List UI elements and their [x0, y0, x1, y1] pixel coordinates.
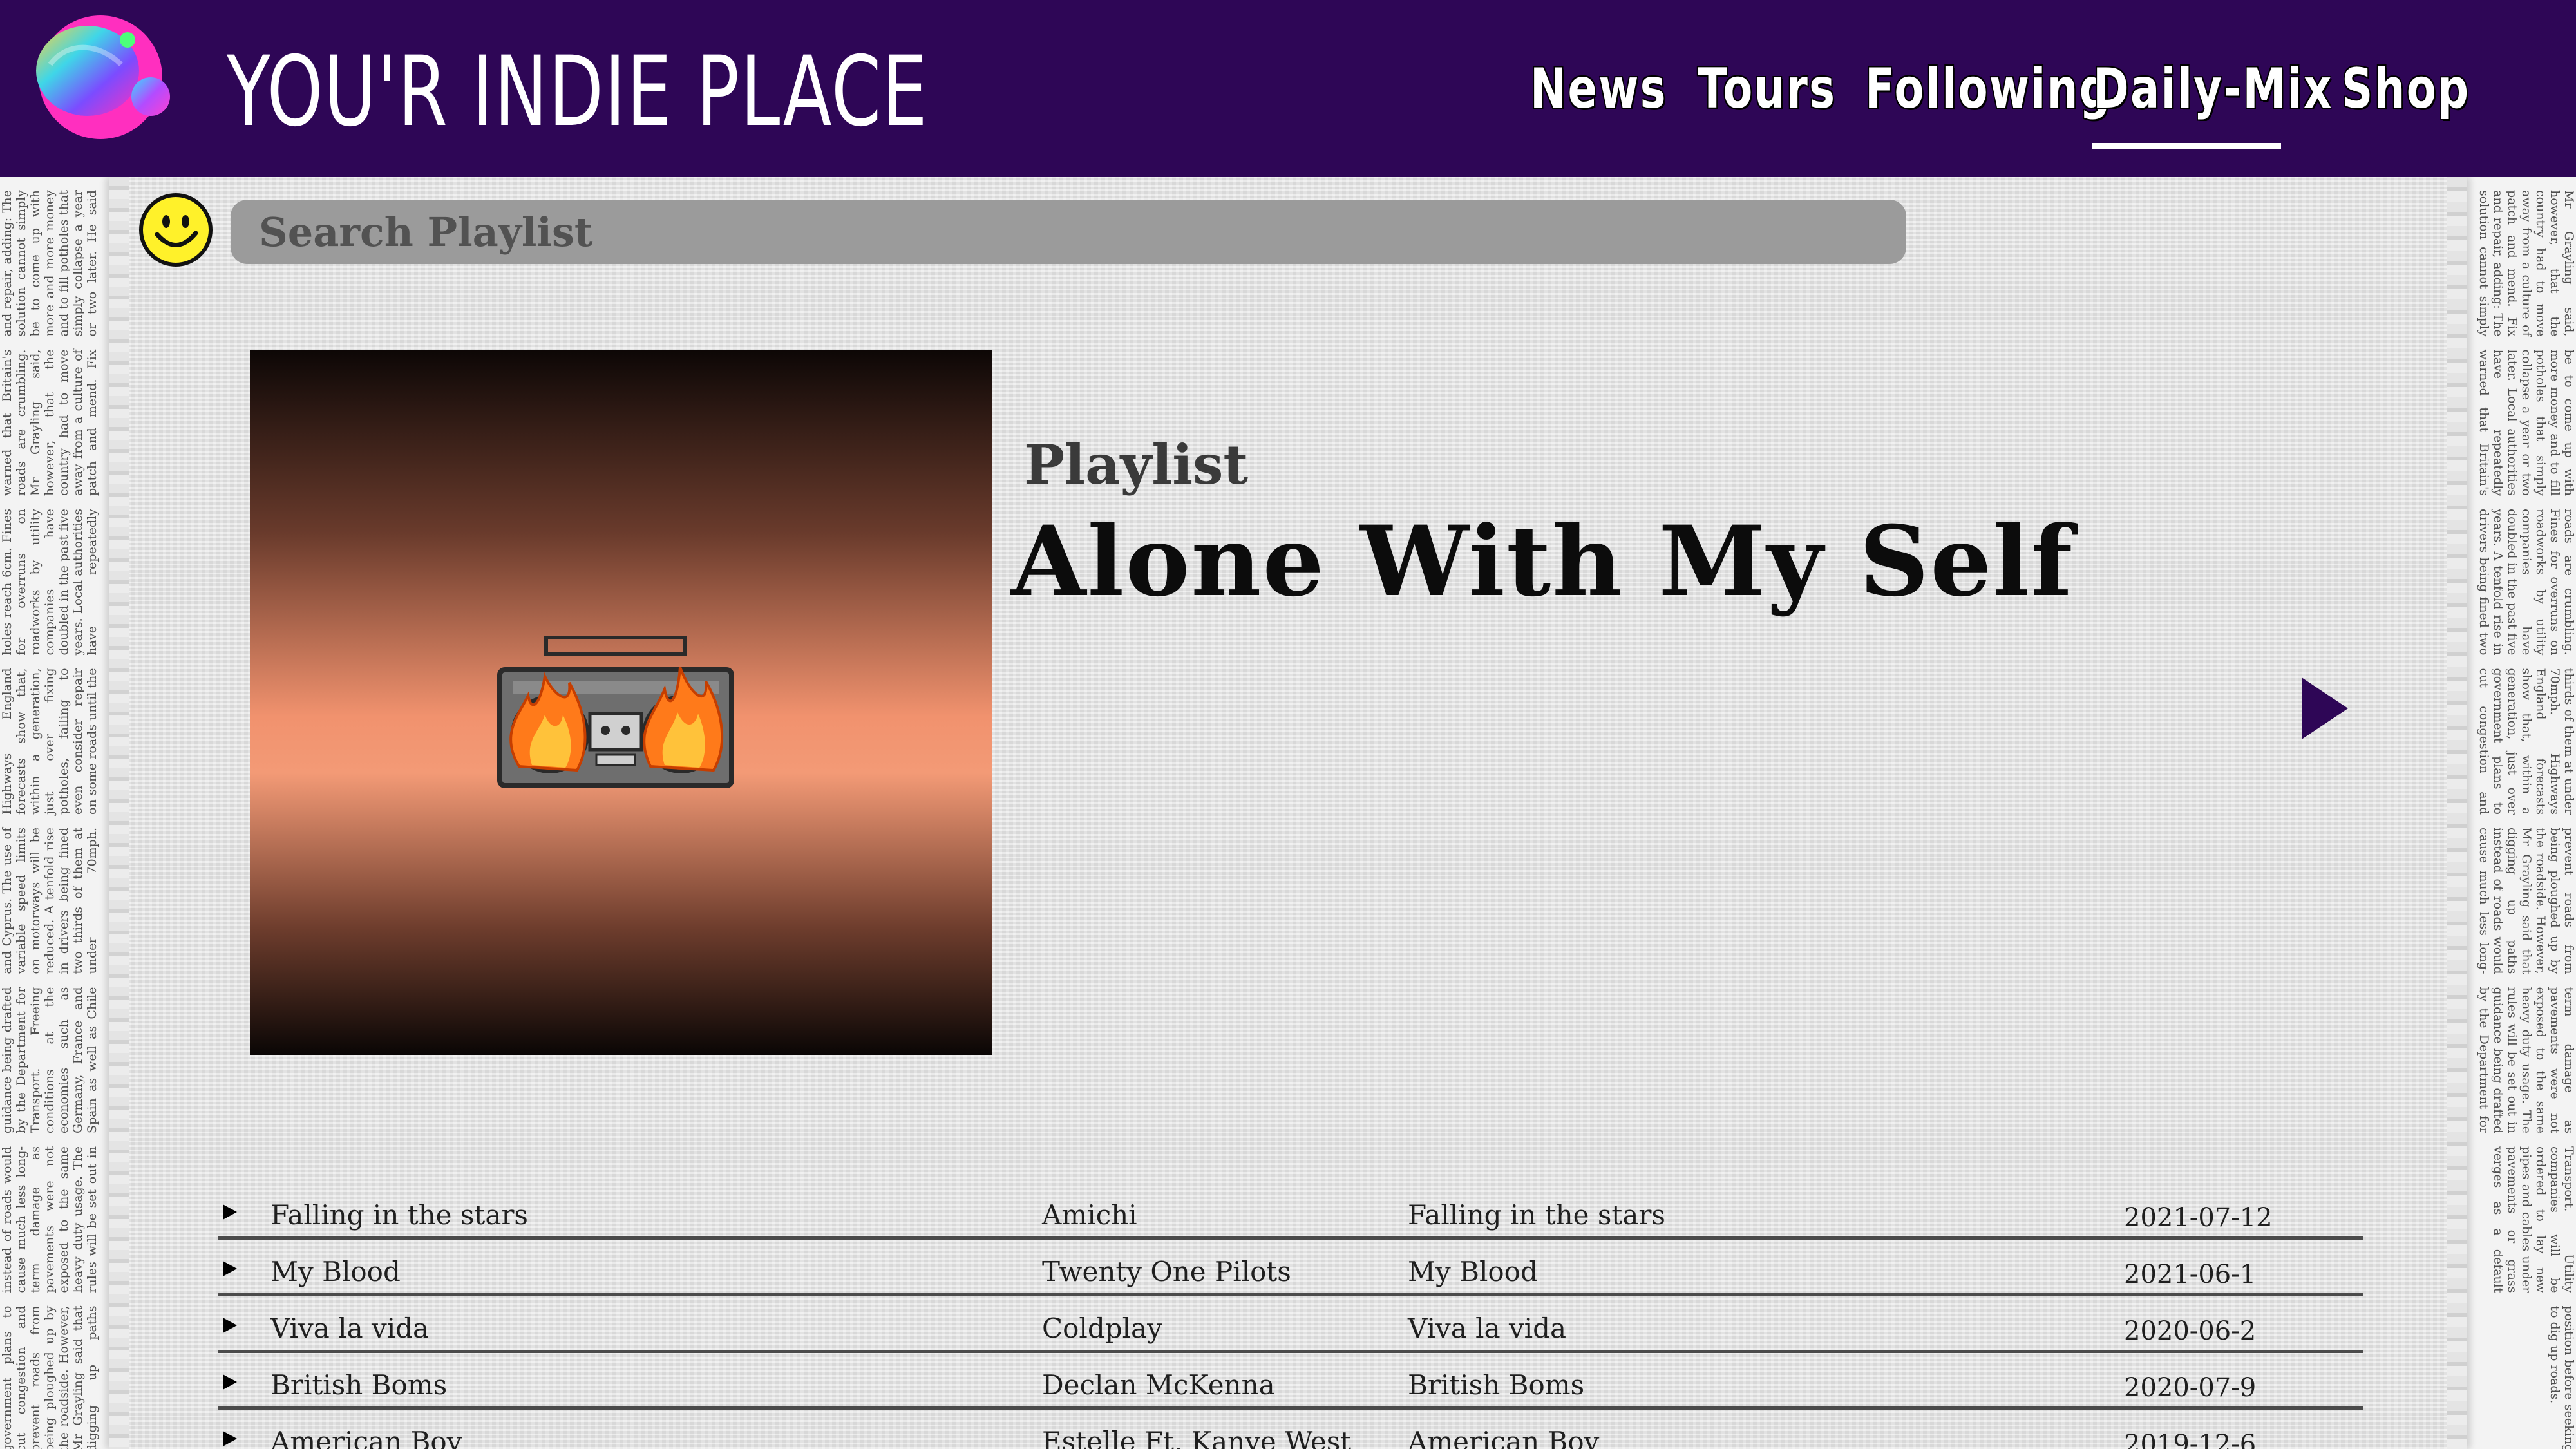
- burning-boombox-icon: [497, 636, 734, 788]
- track-date: 2021-07-12: [2124, 1203, 2273, 1233]
- track-artist: Coldplay: [1042, 1312, 1162, 1344]
- active-nav-indicator: [2092, 143, 2281, 149]
- track-play-icon[interactable]: [223, 1431, 237, 1446]
- track-date: 2019-12-6: [2124, 1430, 2257, 1449]
- track-date: 2020-07-9: [2124, 1373, 2257, 1403]
- track-album: My Blood: [1408, 1256, 1538, 1287]
- track-play-icon[interactable]: [223, 1261, 237, 1276]
- track-date: 2020-06-2: [2124, 1316, 2257, 1346]
- nav-shop[interactable]: Shop: [2342, 57, 2470, 121]
- track-date: 2021-06-1: [2124, 1260, 2257, 1289]
- track-play-icon[interactable]: [223, 1204, 237, 1220]
- newspaper-strip-right: Mr Grayling said, however, that the coun…: [2447, 177, 2576, 1449]
- play-icon[interactable]: [2302, 677, 2348, 739]
- track-artist: Amichi: [1042, 1199, 1137, 1231]
- track-album: Viva la vida: [1408, 1312, 1567, 1344]
- track-artist: Twenty One Pilots: [1042, 1256, 1291, 1287]
- table-row[interactable]: Falling in the stars Amichi Falling in t…: [218, 1185, 2363, 1240]
- newspaper-text-left: government plans to cut congestion and p…: [0, 190, 99, 1449]
- track-artist: Declan McKenna: [1042, 1369, 1275, 1401]
- smiley-icon[interactable]: [138, 192, 214, 268]
- newspaper-text-right: Mr Grayling said, however, that the coun…: [2477, 190, 2576, 1449]
- nav-news[interactable]: News: [1530, 57, 1667, 121]
- playlist-type-label: Playlist: [1024, 433, 1249, 497]
- site-title[interactable]: YOU'R INDIE PLACE: [227, 37, 928, 147]
- nav-daily-mix[interactable]: Daily-Mix: [2093, 57, 2333, 121]
- track-album: British Boms: [1408, 1369, 1585, 1401]
- track-title: American Boy: [270, 1426, 462, 1449]
- track-album: American Boy: [1408, 1426, 1600, 1449]
- logo-icon[interactable]: [31, 13, 180, 147]
- track-play-icon[interactable]: [223, 1318, 237, 1333]
- track-artist: Estelle Ft. Kanye West: [1042, 1426, 1352, 1449]
- table-row[interactable]: My Blood Twenty One Pilots My Blood 2021…: [218, 1242, 2363, 1296]
- top-header: YOU'R INDIE PLACE News Tours Following D…: [0, 0, 2576, 177]
- nav-tours[interactable]: Tours: [1698, 57, 1836, 121]
- track-album: Falling in the stars: [1408, 1199, 1665, 1231]
- table-row[interactable]: Viva la vida Coldplay Viva la vida 2020-…: [218, 1298, 2363, 1353]
- newspaper-strip-left: government plans to cut congestion and p…: [0, 177, 129, 1449]
- track-title: Viva la vida: [270, 1312, 430, 1344]
- track-title: British Boms: [270, 1369, 448, 1401]
- nav-following[interactable]: Following: [1865, 57, 2112, 121]
- table-row[interactable]: American Boy Estelle Ft. Kanye West Amer…: [218, 1412, 2363, 1449]
- search-input[interactable]: [231, 200, 1906, 264]
- track-title: My Blood: [270, 1256, 401, 1287]
- table-row[interactable]: British Boms Declan McKenna British Boms…: [218, 1355, 2363, 1410]
- playlist-title: Alone With My Self: [1011, 505, 2074, 618]
- page: YOU'R INDIE PLACE News Tours Following D…: [0, 0, 2576, 1449]
- track-title: Falling in the stars: [270, 1199, 528, 1231]
- track-play-icon[interactable]: [223, 1374, 237, 1390]
